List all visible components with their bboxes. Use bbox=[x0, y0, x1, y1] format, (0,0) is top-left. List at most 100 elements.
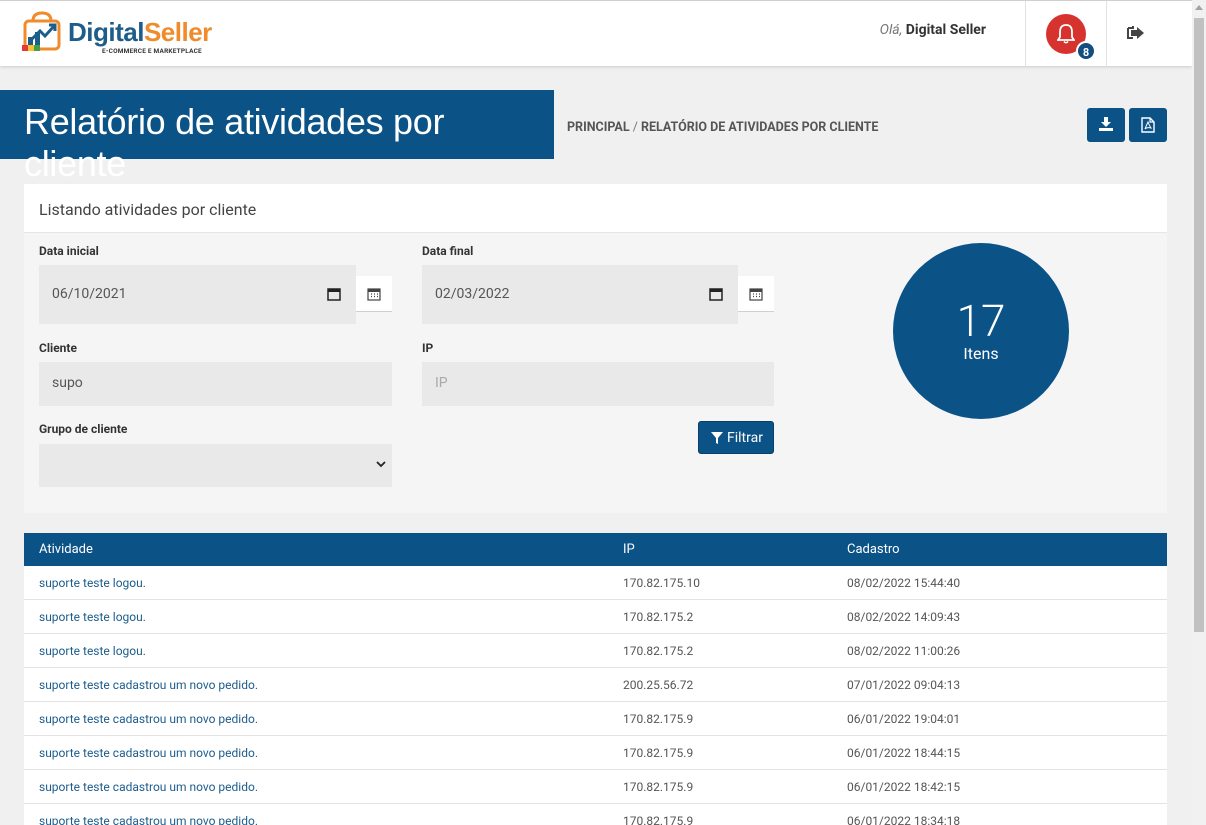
data-inicial-input[interactable]: 06/10/2021 bbox=[39, 265, 356, 324]
client-link[interactable]: suporte teste bbox=[39, 610, 110, 624]
breadcrumb-home[interactable]: PRINCIPAL bbox=[567, 120, 630, 135]
date-cell: 06/01/2022 18:42:15 bbox=[847, 780, 961, 794]
grupo-cliente-select[interactable] bbox=[39, 444, 392, 487]
ip-cell: 170.82.175.2 bbox=[623, 610, 694, 624]
ip-cell: 170.82.175.9 bbox=[623, 780, 694, 794]
data-final-label: Data final bbox=[422, 244, 474, 258]
filter-panel: Listando atividades por cliente Data ini… bbox=[24, 184, 1167, 513]
table-row: suporte teste cadastrou um novo pedido. 1… bbox=[24, 770, 1167, 804]
activity-cell: suporte teste cadastrou um novo pedido. bbox=[39, 712, 258, 726]
table-row: suporte teste cadastrou um novo pedido. 1… bbox=[24, 702, 1167, 736]
filter-button[interactable]: Filtrar bbox=[698, 421, 774, 454]
table-row: suporte teste cadastrou um novo pedido. 2… bbox=[24, 668, 1167, 702]
date-cell: 08/02/2022 14:09:43 bbox=[847, 610, 961, 624]
table-row: suporte teste cadastrou um novo pedido. 1… bbox=[24, 736, 1167, 770]
brand-name: DigitalSeller bbox=[68, 17, 212, 47]
activity-cell: suporte teste logou. bbox=[39, 576, 146, 590]
breadcrumb-current: RELATÓRIO DE ATIVIDADES POR CLIENTE bbox=[640, 120, 879, 135]
header-divider bbox=[1106, 1, 1107, 67]
filter-button-label: Filtrar bbox=[727, 430, 763, 446]
ip-cell: 170.82.175.9 bbox=[623, 814, 694, 825]
table-row: suporte teste logou. 170.82.175.10 08/02/2… bbox=[24, 566, 1167, 600]
client-link[interactable]: suporte teste bbox=[39, 678, 110, 692]
date-cell: 07/01/2022 09:04:13 bbox=[847, 678, 961, 692]
activity-text: cadastrou um novo pedido. bbox=[112, 712, 258, 726]
client-link[interactable]: suporte teste bbox=[39, 576, 110, 590]
ip-input[interactable]: IP bbox=[422, 362, 774, 406]
activity-text: logou. bbox=[112, 644, 146, 658]
top-bar: DigitalSeller E-COMMERCE E MARKETPLACE O… bbox=[0, 0, 1192, 67]
activity-text: cadastrou um novo pedido. bbox=[112, 746, 258, 760]
panel-heading: Listando atividades por cliente bbox=[39, 200, 257, 219]
brand-tagline: E-COMMERCE E MARKETPLACE bbox=[102, 47, 202, 55]
user-greeting: Olá, Digital Seller bbox=[879, 22, 986, 38]
client-link[interactable]: suporte teste bbox=[39, 712, 110, 726]
activity-text: cadastrou um novo pedido. bbox=[112, 814, 258, 825]
column-header-ip[interactable]: IP bbox=[623, 542, 635, 557]
download-icon bbox=[1099, 117, 1113, 131]
breadcrumb: PRINCIPAL / RELATÓRIO DE ATIVIDADES POR … bbox=[567, 120, 878, 135]
header-divider bbox=[1025, 1, 1026, 67]
ip-cell: 170.82.175.9 bbox=[623, 712, 694, 726]
export-pdf-button[interactable] bbox=[1129, 108, 1167, 142]
logout-button[interactable] bbox=[1127, 25, 1145, 45]
client-link[interactable]: suporte teste bbox=[39, 814, 110, 825]
activity-text: logou. bbox=[112, 576, 146, 590]
ip-cell: 200.25.56.72 bbox=[623, 678, 694, 692]
table-row: suporte teste logou. 170.82.175.2 08/02/20… bbox=[24, 634, 1167, 668]
cliente-label: Cliente bbox=[39, 341, 77, 355]
data-inicial-label: Data inicial bbox=[39, 244, 99, 258]
activity-cell: suporte teste logou. bbox=[39, 610, 146, 624]
logo[interactable]: DigitalSeller E-COMMERCE E MARKETPLACE bbox=[22, 11, 212, 57]
chevron-down-icon bbox=[376, 461, 386, 468]
activity-text: logou. bbox=[112, 610, 146, 624]
table-row: suporte teste cadastrou um novo pedido. 1… bbox=[24, 804, 1167, 825]
column-header-cadastro[interactable]: Cadastro bbox=[847, 542, 900, 557]
ip-cell: 170.82.175.2 bbox=[623, 644, 694, 658]
date-cell: 08/02/2022 11:00:26 bbox=[847, 644, 961, 658]
ip-cell: 170.82.175.10 bbox=[623, 576, 700, 590]
date-picker-icon[interactable] bbox=[709, 287, 723, 301]
calendar-icon bbox=[367, 288, 381, 301]
client-link[interactable]: suporte teste bbox=[39, 780, 110, 794]
scroll-up-arrow-icon[interactable] bbox=[1195, 5, 1203, 10]
activity-cell: suporte teste cadastrou um novo pedido. bbox=[39, 678, 258, 692]
ip-label: IP bbox=[422, 341, 434, 355]
item-count-value: 17 bbox=[956, 295, 1006, 347]
date-cell: 06/01/2022 18:44:15 bbox=[847, 746, 961, 760]
date-picker-icon[interactable] bbox=[327, 287, 341, 301]
activity-cell: suporte teste cadastrou um novo pedido. bbox=[39, 746, 258, 760]
grupo-cliente-label: Grupo de cliente bbox=[39, 422, 128, 436]
activity-cell: suporte teste cadastrou um novo pedido. bbox=[39, 780, 258, 794]
date-cell: 08/02/2022 15:44:40 bbox=[847, 576, 961, 590]
item-count-circle: 17 Itens bbox=[893, 243, 1069, 419]
panel-header: Listando atividades por cliente bbox=[24, 184, 1167, 233]
cliente-input[interactable]: supo bbox=[39, 362, 392, 406]
notification-count-badge: 8 bbox=[1076, 41, 1096, 61]
item-count-label: Itens bbox=[963, 344, 999, 363]
activity-cell: suporte teste logou. bbox=[39, 644, 146, 658]
bell-icon bbox=[1057, 24, 1075, 44]
file-pdf-icon bbox=[1141, 117, 1155, 133]
filter-icon bbox=[711, 432, 723, 444]
page-title-banner: Relatório de atividades por cliente bbox=[0, 90, 554, 184]
activity-table: Atividade IP Cadastro suporte teste logo… bbox=[24, 533, 1167, 825]
user-name: Digital Seller bbox=[905, 22, 986, 38]
bag-logo-icon bbox=[22, 11, 61, 51]
column-header-atividade[interactable]: Atividade bbox=[39, 542, 93, 557]
activity-cell: suporte teste cadastrou um novo pedido. bbox=[39, 814, 258, 825]
download-button[interactable] bbox=[1087, 108, 1125, 142]
data-final-calendar-button[interactable] bbox=[738, 276, 774, 312]
table-row: suporte teste logou. 170.82.175.2 08/02/20… bbox=[24, 600, 1167, 634]
ip-cell: 170.82.175.9 bbox=[623, 746, 694, 760]
data-final-input[interactable]: 02/03/2022 bbox=[422, 265, 738, 324]
client-link[interactable]: suporte teste bbox=[39, 746, 110, 760]
date-cell: 06/01/2022 18:34:18 bbox=[847, 814, 961, 825]
scrollbar-thumb[interactable] bbox=[1194, 18, 1204, 632]
activity-text: cadastrou um novo pedido. bbox=[112, 678, 258, 692]
page-title: Relatório de atividades por cliente bbox=[24, 101, 445, 184]
data-inicial-calendar-button[interactable] bbox=[356, 276, 392, 312]
calendar-icon bbox=[749, 288, 763, 301]
sign-out-icon bbox=[1127, 26, 1144, 39]
client-link[interactable]: suporte teste bbox=[39, 644, 110, 658]
